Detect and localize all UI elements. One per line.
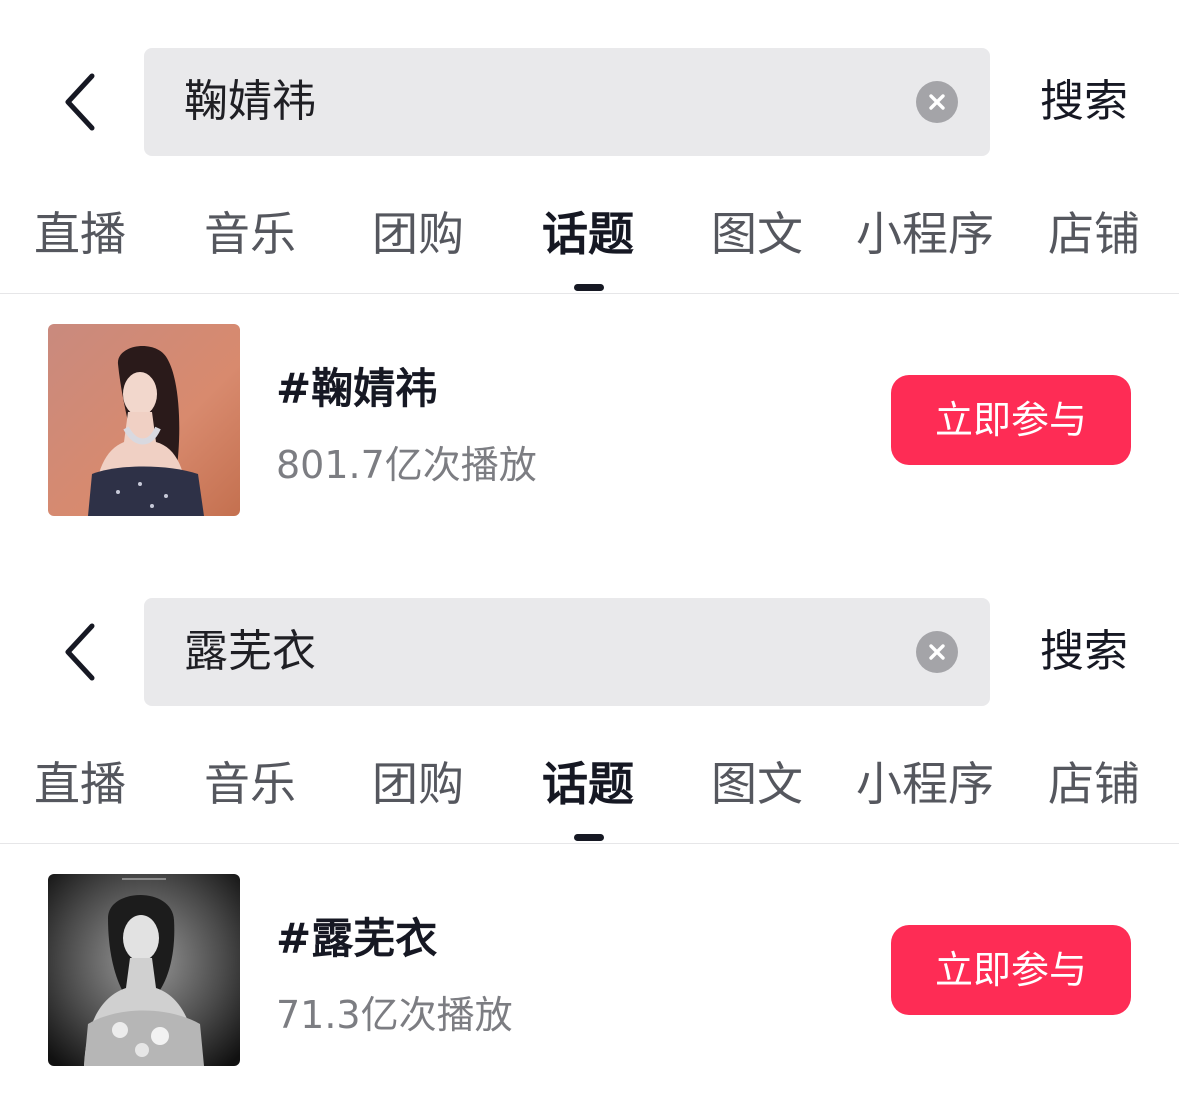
tab-music[interactable]: 音乐	[204, 198, 296, 264]
topic-thumbnail[interactable]	[48, 874, 240, 1066]
search-submit-button[interactable]: 搜索	[1040, 620, 1128, 684]
topic-thumbnail-image	[48, 874, 240, 1066]
back-button[interactable]	[56, 620, 104, 684]
tab-image-text[interactable]: 图文	[711, 748, 803, 814]
tab-group-buy[interactable]: 团购	[372, 748, 464, 814]
play-count: 801.7亿次播放	[276, 443, 537, 487]
active-tab-indicator	[574, 284, 604, 291]
divider	[0, 293, 1179, 294]
play-count: 71.3亿次播放	[276, 993, 513, 1037]
tab-mini-programs[interactable]: 小程序	[856, 748, 994, 814]
tab-stores[interactable]: 店铺	[1048, 198, 1140, 264]
tab-live[interactable]: 直播	[34, 198, 126, 264]
clear-search-button[interactable]	[916, 631, 958, 673]
topic-thumbnail-image	[48, 324, 240, 516]
topic-title[interactable]: #露芜衣	[276, 905, 437, 966]
search-submit-button[interactable]: 搜索	[1040, 70, 1128, 134]
search-input[interactable]: 露芜衣	[144, 598, 990, 706]
tab-mini-programs[interactable]: 小程序	[856, 198, 994, 264]
search-panel-2: 露芜衣 搜索 直播 音乐 团购 话题 图文 小程序 店铺 #露芜衣 71.3亿次…	[0, 550, 1179, 1100]
join-button[interactable]: 立即参与	[891, 925, 1131, 1015]
chevron-left-icon	[65, 73, 95, 131]
category-tabs: 直播 音乐 团购 话题 图文 小程序 店铺	[0, 188, 1179, 292]
search-panel-1: 鞠婧祎 搜索 直播 音乐 团购 话题 图文 小程序 店铺 #鞠婧祎 801.7亿…	[0, 0, 1179, 550]
tab-stores[interactable]: 店铺	[1048, 748, 1140, 814]
active-tab-indicator	[574, 834, 604, 841]
tab-topics[interactable]: 话题	[542, 748, 634, 814]
join-button[interactable]: 立即参与	[891, 375, 1131, 465]
clear-search-button[interactable]	[916, 81, 958, 123]
search-query-text: 露芜衣	[184, 626, 316, 677]
topic-thumbnail[interactable]	[48, 324, 240, 516]
search-input[interactable]: 鞠婧祎	[144, 48, 990, 156]
tab-live[interactable]: 直播	[34, 748, 126, 814]
topic-title[interactable]: #鞠婧祎	[276, 355, 437, 416]
search-query-text: 鞠婧祎	[184, 76, 316, 127]
divider	[0, 843, 1179, 844]
tab-topics[interactable]: 话题	[542, 198, 634, 264]
clear-circle-icon	[929, 644, 945, 660]
tab-music[interactable]: 音乐	[204, 748, 296, 814]
tab-group-buy[interactable]: 团购	[372, 198, 464, 264]
chevron-left-icon	[65, 623, 95, 681]
back-button[interactable]	[56, 70, 104, 134]
clear-circle-icon	[929, 94, 945, 110]
category-tabs: 直播 音乐 团购 话题 图文 小程序 店铺	[0, 738, 1179, 842]
tab-image-text[interactable]: 图文	[711, 198, 803, 264]
